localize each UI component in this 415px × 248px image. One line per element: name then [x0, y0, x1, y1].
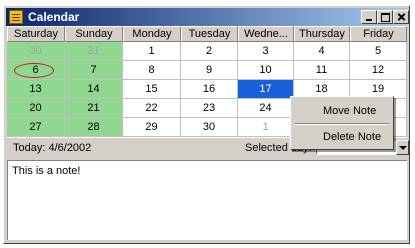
header-7: Friday — [350, 26, 407, 42]
day-cell[interactable]: 28 — [65, 118, 123, 137]
delete-note-menu-item[interactable]: Delete Note — [323, 131, 381, 143]
close-button[interactable] — [393, 10, 409, 24]
day-cell[interactable]: 31 — [65, 42, 123, 61]
window-title: Calendar — [28, 10, 80, 24]
day-cell[interactable]: 1 — [238, 118, 294, 137]
context-menu: Move Note Delete Note — [290, 96, 394, 150]
minimize-icon — [362, 11, 376, 23]
day-cell[interactable]: 30 — [7, 42, 65, 61]
day-cell[interactable]: 17 — [238, 80, 294, 99]
day-cell[interactable]: 13 — [7, 80, 65, 99]
maximize-icon — [378, 11, 392, 23]
header-2: Sunday — [65, 26, 123, 42]
close-icon — [394, 11, 408, 23]
day-cell[interactable]: 24 — [238, 99, 294, 118]
maximize-button[interactable] — [377, 10, 393, 24]
day-cell[interactable]: 4 — [294, 42, 350, 61]
header-5: Wedne... — [238, 26, 294, 42]
today-label: Today: 4/6/2002 — [13, 142, 92, 154]
header-3: Monday — [123, 26, 181, 42]
day-cell[interactable]: 14 — [65, 80, 123, 99]
minimize-button[interactable] — [361, 10, 377, 24]
menu-separator — [295, 123, 389, 125]
day-cell[interactable]: 15 — [123, 80, 181, 99]
title-bar[interactable]: Calendar — [6, 8, 409, 26]
day-cell[interactable]: 3 — [238, 42, 294, 61]
day-cell[interactable]: 20 — [7, 99, 65, 118]
header-1: Saturday — [7, 26, 65, 42]
day-cell[interactable]: 12 — [350, 61, 407, 80]
day-cell[interactable]: 10 — [238, 61, 294, 80]
day-cell[interactable]: 7 — [65, 61, 123, 80]
move-note-menu-item[interactable]: Move Note — [323, 105, 376, 117]
header-6: Thursday — [294, 26, 350, 42]
day-cell[interactable]: 11 — [294, 61, 350, 80]
day-cell[interactable]: 21 — [65, 99, 123, 118]
today-marker — [14, 63, 54, 78]
day-cell[interactable]: 16 — [181, 80, 238, 99]
day-cell[interactable]: 27 — [7, 118, 65, 137]
day-cell[interactable]: 6 — [7, 61, 65, 80]
header-4: Tuesday — [181, 26, 238, 42]
day-cell[interactable]: 9 — [181, 61, 238, 80]
day-cell[interactable]: 2 — [181, 42, 238, 61]
day-cell[interactable]: 8 — [123, 61, 181, 80]
day-cell[interactable]: 22 — [123, 99, 181, 118]
day-cell[interactable]: 1 — [123, 42, 181, 61]
calendar-app-icon — [9, 10, 23, 24]
note-textarea[interactable]: This is a note! — [7, 160, 407, 240]
day-cell[interactable]: 23 — [181, 99, 238, 118]
day-cell[interactable]: 5 — [350, 42, 407, 61]
day-cell[interactable]: 29 — [123, 118, 181, 137]
date-dropdown-button[interactable] — [396, 140, 409, 155]
day-cell[interactable]: 30 — [181, 118, 238, 137]
